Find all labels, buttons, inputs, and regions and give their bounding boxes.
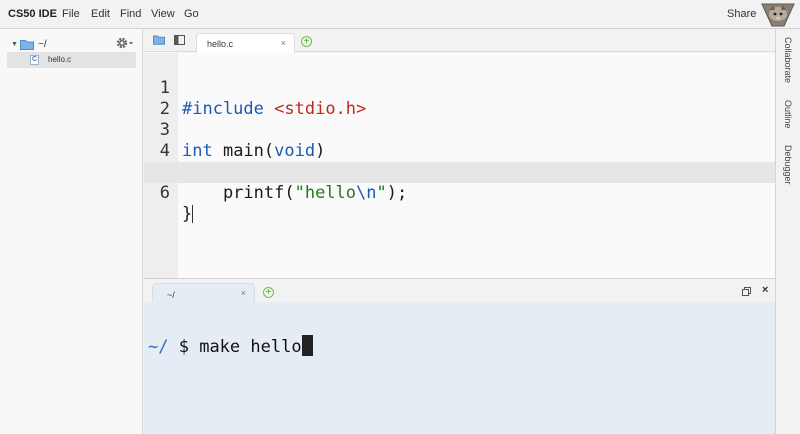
close-panel-icon[interactable]: ×	[762, 284, 768, 296]
collaborate-tab[interactable]: Collaborate	[783, 37, 793, 83]
code-line-4: 4 {	[144, 120, 775, 182]
escape-sequence: \n	[356, 183, 377, 203]
new-terminal-plus-icon[interactable]: +	[263, 287, 274, 298]
share-button[interactable]: Share	[727, 8, 756, 20]
outline-tab[interactable]: Outline	[783, 100, 793, 129]
user-avatar[interactable]	[760, 2, 796, 28]
code-editor[interactable]: 1 #include <stdio.h> 2 3 int main(void) …	[144, 53, 775, 278]
close-brace: }	[182, 204, 193, 224]
line-number: 6	[159, 183, 170, 203]
code-line-6: 6 }	[144, 162, 775, 224]
restore-window-icon[interactable]	[742, 287, 751, 296]
tab-close-icon[interactable]: ×	[281, 38, 286, 48]
gear-icon[interactable]	[115, 36, 135, 50]
file-tree-panel: ▼ ~/ C hello.c	[0, 29, 143, 434]
terminal-command: make hello	[199, 337, 302, 357]
new-tab-plus-icon[interactable]: +	[301, 36, 312, 47]
tab-terminal[interactable]: ~/ ×	[152, 283, 255, 304]
split-pane-icon[interactable]	[174, 35, 185, 45]
tab-hello-c[interactable]: hello.c ×	[196, 33, 295, 53]
code-line-5: 5 printf("hello\n");	[144, 141, 775, 203]
tab-label: hello.c	[207, 39, 234, 49]
printf-call: printf(	[182, 183, 295, 203]
terminal-tab-close-icon[interactable]: ×	[241, 288, 246, 298]
file-name: hello.c	[48, 55, 72, 64]
string-literal-end: "	[376, 183, 387, 203]
tree-root-folder[interactable]: ▼ ~/	[11, 37, 47, 51]
prompt-path: ~/	[148, 337, 169, 357]
tree-root-label: ~/	[38, 38, 47, 50]
prompt-symbol: $	[168, 337, 200, 357]
c-file-icon: C	[30, 55, 39, 65]
menu-go[interactable]: Go	[184, 8, 199, 20]
menu-bar: CS50 IDE File Edit Find View Go Share	[0, 0, 800, 29]
code-line-2: 2	[144, 78, 775, 119]
terminal-pane[interactable]: ~/ $ make hello	[144, 302, 775, 434]
string-literal: "hello	[294, 183, 357, 203]
terminal-prompt-line: ~/ $ make hello	[148, 335, 313, 357]
folder-icon	[20, 39, 34, 50]
debugger-tab[interactable]: Debugger	[783, 145, 793, 185]
terminal-tab-label: ~/	[167, 290, 175, 300]
app-title: CS50 IDE	[8, 8, 57, 20]
editor-tab-bar: hello.c × +	[144, 29, 775, 53]
caret-down-icon[interactable]: ▼	[11, 41, 20, 48]
code-line-3: 3 int main(void)	[144, 99, 775, 161]
menu-edit[interactable]: Edit	[91, 8, 110, 20]
terminal-tab-bar: ~/ × + ×	[144, 278, 775, 304]
statement-end: );	[386, 183, 408, 203]
text-cursor	[192, 205, 194, 223]
menu-file[interactable]: File	[62, 8, 80, 20]
menu-view[interactable]: View	[151, 8, 175, 20]
terminal-cursor	[301, 335, 313, 356]
menu-find[interactable]: Find	[120, 8, 141, 20]
folder-toggle-icon[interactable]	[153, 35, 165, 45]
right-panel-bar: Collaborate Outline Debugger	[775, 29, 800, 434]
code-line-1: 1 #include <stdio.h>	[144, 57, 775, 119]
file-item-hello-c[interactable]: C hello.c	[7, 52, 136, 68]
